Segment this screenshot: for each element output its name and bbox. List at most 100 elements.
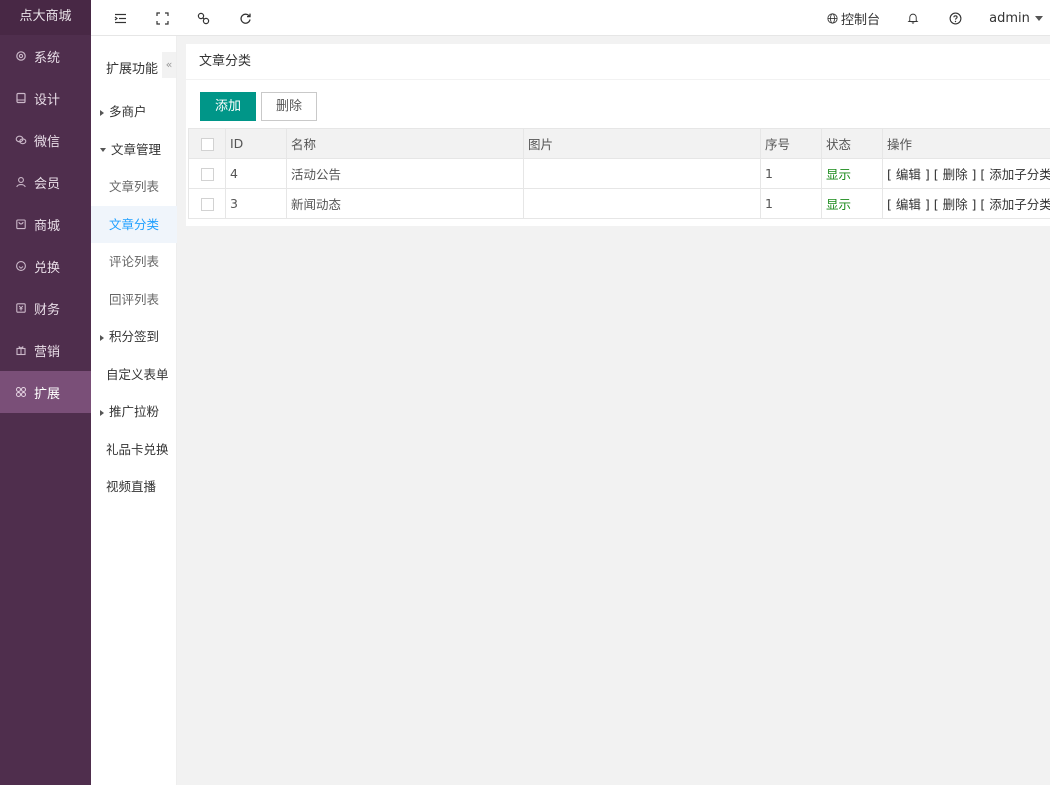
double-chevron-left-icon: « [165,58,173,71]
add-child-category-link[interactable]: 添加子分类 [989,197,1049,212]
bell-icon[interactable] [906,0,920,36]
wechat-icon [14,134,27,147]
fullscreen-icon[interactable] [153,0,171,36]
submenu-item-live-video[interactable]: 视频直播 [91,468,177,506]
gear-icon [14,50,27,63]
sub-menu: 多商户 文章管理 文章列表 文章分类 评论列表 回评列表 积分签到 自定义表单 … [91,93,177,506]
sidebar-item-extend[interactable]: 扩展 [0,371,91,413]
main-sidebar-list: 系统 设计 微信 会员 商城 兑换 财务 营销 扩展 [0,35,91,413]
submenu-label: 推广拉粉 [109,404,160,419]
grid-icon [14,386,27,399]
cell-sort: 1 [760,158,822,189]
shopping-bag-icon [14,218,27,231]
user-menu[interactable]: admin [989,0,1043,36]
user-name: admin [989,10,1030,26]
submenu-label: 积分签到 [109,329,160,344]
submenu-item-gift-card[interactable]: 礼品卡兑换 [91,431,177,469]
sidebar-item-exchange[interactable]: 兑换 [0,245,91,287]
caret-right-icon [100,409,104,416]
column-header-name: 名称 [286,128,524,159]
main-sidebar: 点大商城 系统 设计 微信 会员 商城 兑换 财务 营销 扩展 [0,0,91,785]
console-link[interactable]: 控制台 [826,0,881,36]
sub-sidebar-title: 扩展功能 [106,62,159,77]
row-checkbox[interactable] [200,168,214,181]
sidebar-item-marketing[interactable]: 营销 [0,329,91,371]
submenu-label: 多商户 [109,104,147,119]
submenu-item-comment-list[interactable]: 评论列表 [91,243,177,281]
submenu-group-multi-merchant[interactable]: 多商户 [91,93,177,131]
cell-id: 3 [225,188,287,219]
submenu-group-promotion[interactable]: 推广拉粉 [91,393,177,431]
sidebar-item-label: 兑换 [34,260,61,276]
cell-status: 显示 [821,188,883,219]
sidebar-item-label: 设计 [34,92,61,108]
submenu-item-custom-form[interactable]: 自定义表单 [91,356,177,394]
finance-icon [14,302,27,315]
submenu-item-article-list[interactable]: 文章列表 [91,168,177,206]
category-table: ID 名称 图片 序号 状态 操作 4 活动公告 1 显示 [ 编辑 ] [ 删… [188,128,1050,219]
row-select-cell [188,188,226,219]
sidebar-item-member[interactable]: 会员 [0,161,91,203]
menu-indent-icon[interactable] [111,0,129,36]
exchange-icon [14,260,27,273]
row-select-cell [188,158,226,189]
select-all-cell [188,128,226,159]
table-row: 3 新闻动态 1 显示 [ 编辑 ] [ 删除 ] [ 添加子分类 ] [188,188,1050,219]
cell-status: 显示 [821,158,883,189]
caret-down-icon [100,148,106,152]
link-icon[interactable] [194,0,212,36]
delete-button[interactable]: 删除 [261,92,318,121]
column-header-id: ID [225,128,287,159]
row-checkbox[interactable] [200,198,214,211]
cell-image [523,188,761,219]
submenu-item-article-category[interactable]: 文章分类 [91,205,177,243]
caret-down-icon [1034,15,1043,21]
sidebar-item-label: 营销 [34,344,61,360]
edit-link[interactable]: 编辑 [896,167,921,182]
cell-name: 活动公告 [286,158,524,189]
content-panel: 文章分类 添加 删除 ID 名称 图片 序号 状态 操作 4 活动公告 1 显示… [186,44,1050,226]
table-header-row: ID 名称 图片 序号 状态 操作 [188,128,1050,159]
sidebar-item-label: 财务 [34,302,61,318]
delete-link[interactable]: 删除 [943,197,968,212]
sidebar-item-label: 商城 [34,218,61,234]
table-row: 4 活动公告 1 显示 [ 编辑 ] [ 删除 ] [ 添加子分类 ] [188,158,1050,189]
sidebar-item-shop[interactable]: 商城 [0,203,91,245]
cell-name: 新闻动态 [286,188,524,219]
cell-actions: [ 编辑 ] [ 删除 ] [ 添加子分类 ] [882,158,1050,189]
caret-right-icon [100,109,104,116]
sidebar-item-finance[interactable]: 财务 [0,287,91,329]
submenu-group-article-management[interactable]: 文章管理 [91,131,177,169]
collapse-sidebar-button[interactable]: « [162,52,176,78]
caret-right-icon [100,334,104,341]
cell-image [523,158,761,189]
submenu-label: 文章管理 [111,141,162,157]
page-title: 文章分类 [186,44,1050,80]
sidebar-item-system[interactable]: 系统 [0,35,91,77]
app-logo[interactable]: 点大商城 [0,0,91,35]
sidebar-item-wechat[interactable]: 微信 [0,119,91,161]
select-all-checkbox[interactable] [200,138,214,151]
sidebar-item-label: 会员 [34,176,61,192]
cell-id: 4 [225,158,287,189]
add-button[interactable]: 添加 [200,92,257,121]
refresh-icon[interactable] [236,0,254,36]
edit-link[interactable]: 编辑 [896,197,921,212]
help-icon[interactable] [948,0,962,36]
submenu-item-reply-list[interactable]: 回评列表 [91,281,177,319]
submenu-group-points-signin[interactable]: 积分签到 [91,318,177,356]
column-header-actions: 操作 [882,128,1050,159]
console-label: 控制台 [840,12,880,28]
delete-link[interactable]: 删除 [943,167,968,182]
monitor-icon [14,92,27,105]
column-header-image: 图片 [523,128,761,159]
sidebar-item-design[interactable]: 设计 [0,77,91,119]
cell-sort: 1 [760,188,822,219]
add-child-category-link[interactable]: 添加子分类 [989,167,1049,182]
cell-actions: [ 编辑 ] [ 删除 ] [ 添加子分类 ] [882,188,1050,219]
sidebar-item-label: 系统 [34,50,61,66]
user-icon [14,176,27,189]
sidebar-item-label: 微信 [34,134,61,150]
sub-sidebar: 扩展功能 « 多商户 文章管理 文章列表 文章分类 评论列表 回评列表 积分签到… [91,36,177,785]
column-header-status: 状态 [821,128,883,159]
